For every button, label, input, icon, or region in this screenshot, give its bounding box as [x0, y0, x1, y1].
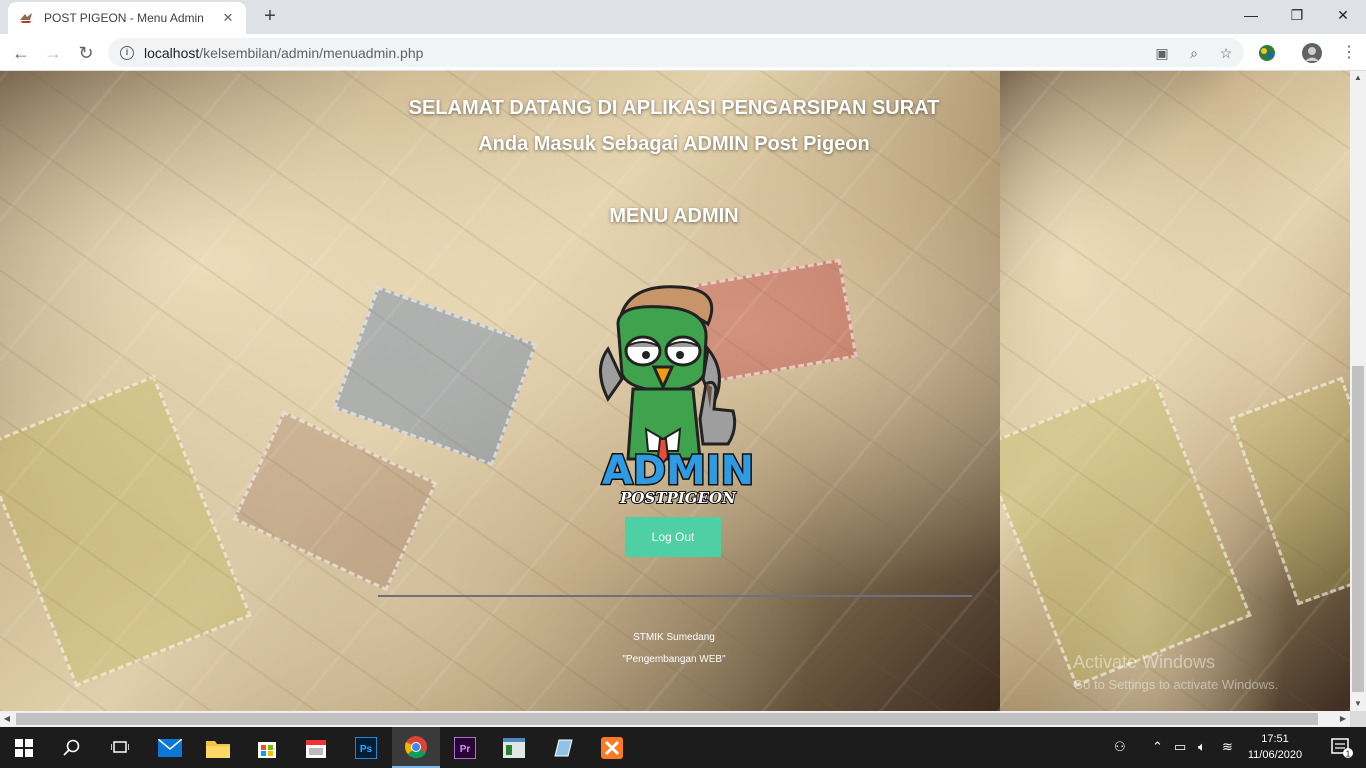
page-viewport: SELAMAT DATANG DI APLIKASI PENGARSIPAN S…	[0, 71, 1350, 711]
show-hidden-icons-chevron-icon[interactable]: ⌃	[1152, 739, 1163, 755]
restore-icon[interactable]: ❐	[1274, 0, 1320, 30]
chrome-taskbar-icon[interactable]	[392, 727, 440, 768]
search-icon[interactable]	[48, 727, 96, 768]
admin-pigeon-mascot-logo: ADMIN POSTPIGEON	[599, 285, 756, 508]
notification-badge: 1	[1346, 749, 1351, 758]
address-bar[interactable]: i localhost/kelsembilan/admin/menuadmin.…	[108, 38, 1244, 67]
taskbar-clock[interactable]: 17:51 11/06/2020	[1240, 731, 1310, 763]
background-envelopes-image-repeat	[1000, 71, 1350, 711]
logout-button[interactable]: Log Out	[625, 517, 721, 557]
pigeon-favicon-icon	[20, 13, 32, 23]
file-explorer-icon[interactable]	[194, 727, 242, 768]
photoshop-icon[interactable]: Ps	[342, 727, 390, 768]
horizontal-scrollbar[interactable]: ◀ ▶	[0, 711, 1350, 727]
xampp-icon[interactable]	[588, 727, 636, 768]
browser-tab-bar: POST PIGEON - Menu Admin ✕ + — ❐ ✕	[0, 0, 1366, 34]
windows-taskbar: Ps Pr ⚇ ⌃ ▭ 🔈︎ ≋ 17:51 11/06/2020 1	[0, 727, 1366, 768]
notification-center-icon[interactable]: 1	[1318, 727, 1366, 768]
menu-title: MENU ADMIN	[609, 205, 739, 227]
role-subheading: Anda Masuk Sebagai ADMIN Post Pigeon	[478, 133, 870, 155]
welcome-heading: SELAMAT DATANG DI APLIKASI PENGARSIPAN S…	[408, 97, 940, 119]
forward-arrow-icon[interactable]: →	[40, 40, 66, 66]
url-path: /kelsembilan/admin/menuadmin.php	[199, 44, 424, 61]
bookmark-star-icon[interactable]: ☆	[1217, 44, 1235, 62]
mail-app-icon[interactable]	[146, 727, 194, 768]
start-windows-icon[interactable]	[0, 727, 48, 768]
activate-windows-subtitle: Go to Settings to activate Windows.	[1073, 677, 1279, 692]
new-tab-button[interactable]: +	[258, 5, 282, 29]
reload-icon[interactable]: ↻	[73, 40, 99, 66]
premiere-icon[interactable]: Pr	[441, 727, 489, 768]
horizontal-scroll-thumb[interactable]	[16, 713, 1318, 725]
extension-icon[interactable]	[1256, 42, 1278, 64]
footer-institution: STMIK Sumedang	[633, 632, 715, 643]
battery-icon[interactable]: ▭	[1174, 739, 1186, 755]
footer-divider	[378, 595, 972, 597]
back-arrow-icon[interactable]: ←	[8, 40, 34, 66]
scroll-left-icon[interactable]: ◀	[0, 711, 14, 727]
clock-time: 17:51	[1261, 733, 1289, 745]
browser-toolbar: ← → ↻ i localhost/kelsembilan/admin/menu…	[0, 34, 1366, 71]
url-host: localhost	[144, 44, 200, 61]
vertical-scroll-thumb[interactable]	[1352, 366, 1364, 692]
svg-text:Ps: Ps	[360, 744, 373, 755]
svg-text:Pr: Pr	[460, 744, 471, 755]
translate-icon[interactable]: ▣	[1153, 44, 1171, 62]
tab-close-icon[interactable]: ✕	[220, 10, 236, 26]
profile-avatar-icon[interactable]	[1301, 42, 1323, 64]
wifi-icon[interactable]: ≋	[1222, 739, 1233, 755]
calendar-app-icon[interactable]	[292, 727, 340, 768]
footer-course: "Pengembangan WEB"	[622, 654, 726, 665]
people-icon[interactable]: ⚇	[1114, 739, 1126, 755]
scroll-right-icon[interactable]: ▶	[1336, 711, 1350, 727]
browser-tab[interactable]: POST PIGEON - Menu Admin ✕	[8, 2, 246, 34]
volume-icon[interactable]: 🔈︎	[1198, 739, 1206, 755]
minimize-icon[interactable]: —	[1228, 0, 1274, 30]
scrollbar-corner	[1350, 711, 1366, 727]
address-url: localhost/kelsembilan/admin/menuadmin.ph…	[144, 45, 423, 61]
scroll-down-icon[interactable]: ▼	[1350, 697, 1366, 711]
logo-postpigeon-text: POSTPIGEON	[619, 489, 737, 507]
main-content: SELAMAT DATANG DI APLIKASI PENGARSIPAN S…	[374, 71, 974, 711]
scroll-up-icon[interactable]: ▲	[1350, 71, 1366, 85]
store-icon[interactable]	[243, 727, 291, 768]
logo-admin-text: ADMIN	[602, 448, 754, 494]
vertical-scrollbar[interactable]: ▲ ▼	[1350, 71, 1366, 711]
clock-date: 11/06/2020	[1247, 749, 1303, 761]
notepad-app-icon[interactable]	[490, 727, 538, 768]
activate-windows-title: Activate Windows	[1073, 652, 1216, 672]
zoom-icon[interactable]: ⌕	[1185, 44, 1203, 62]
editor-app-icon[interactable]	[539, 727, 587, 768]
menu-kebab-icon[interactable]: ⋮	[1336, 40, 1362, 66]
site-info-icon[interactable]: i	[120, 45, 134, 60]
window-close-icon[interactable]: ✕	[1320, 0, 1366, 30]
task-view-icon[interactable]	[96, 727, 144, 768]
tab-title: POST PIGEON - Menu Admin	[44, 11, 204, 25]
